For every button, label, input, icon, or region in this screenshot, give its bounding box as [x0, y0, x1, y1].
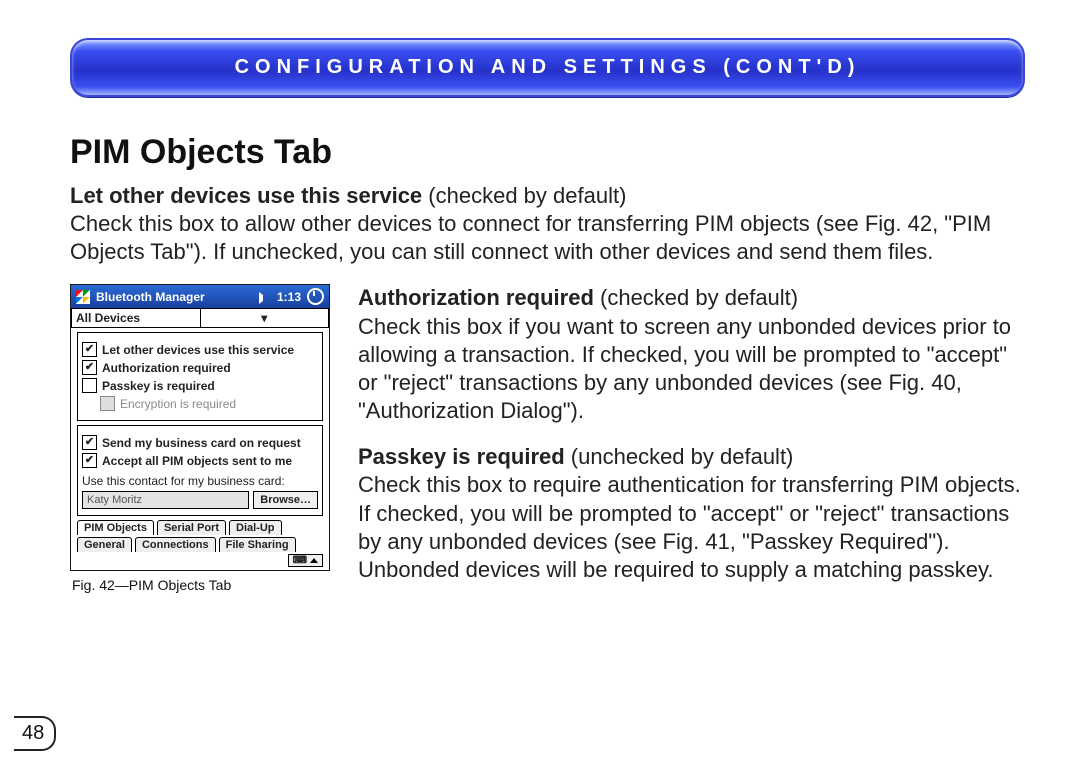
intro-bold: Let other devices use this service	[70, 183, 422, 208]
checkbox-row[interactable]: Send my business card on request	[82, 435, 318, 450]
tab-file-sharing[interactable]: File Sharing	[219, 537, 296, 552]
page-title: PIM Objects Tab	[70, 133, 1025, 172]
checkbox-label: Accept all PIM objects sent to me	[102, 454, 292, 468]
checkbox-label: Let other devices use this service	[102, 343, 294, 357]
triangle-up-icon	[310, 558, 318, 563]
tab-connections[interactable]: Connections	[135, 537, 216, 552]
intro-note: (checked by default)	[422, 183, 626, 208]
pda-screenshot: Bluetooth Manager 1:13 All Devices ▾ Let…	[70, 284, 330, 571]
pda-title-text: Bluetooth Manager	[96, 290, 253, 304]
checkbox-label: Authorization required	[102, 361, 231, 375]
contact-label: Use this contact for my business card:	[82, 474, 318, 488]
pda-titlebar: Bluetooth Manager 1:13	[71, 285, 329, 308]
options-panel-1: Let other devices use this service Autho…	[77, 332, 323, 421]
checkbox-icon	[82, 342, 97, 357]
device-filter-dropdown[interactable]: All Devices ▾	[71, 308, 329, 328]
checkbox-icon	[82, 453, 97, 468]
checkbox-icon	[82, 360, 97, 375]
chevron-down-icon: ▾	[200, 309, 329, 327]
intro-paragraph: Let other devices use this service (chec…	[70, 182, 1025, 266]
tabs-area: PIM Objects Serial Port Dial-Up General …	[77, 520, 323, 552]
tab-general[interactable]: General	[77, 537, 132, 552]
pda-time: 1:13	[277, 290, 301, 304]
page-number: 48	[14, 716, 56, 751]
checkbox-row[interactable]: Let other devices use this service	[82, 342, 318, 357]
clock-icon	[307, 288, 324, 305]
checkbox-row[interactable]: Accept all PIM objects sent to me	[82, 453, 318, 468]
section-banner: CONFIGURATION AND SETTINGS (CONT'D)	[70, 38, 1025, 97]
passkey-paragraph: Passkey is required (unchecked by defaul…	[358, 443, 1025, 584]
figure-caption: Fig. 42—PIM Objects Tab	[72, 577, 330, 593]
auth-note: (checked by default)	[594, 285, 798, 310]
auth-bold: Authorization required	[358, 285, 594, 310]
tab-serial-port[interactable]: Serial Port	[157, 520, 226, 535]
pass-bold: Passkey is required	[358, 444, 565, 469]
checkbox-label: Passkey is required	[102, 379, 215, 393]
checkbox-row[interactable]: Passkey is required	[82, 378, 318, 393]
checkbox-row[interactable]: Authorization required	[82, 360, 318, 375]
checkbox-label: Encryption is required	[120, 397, 236, 411]
auth-paragraph: Authorization required (checked by defau…	[358, 284, 1025, 425]
dropdown-value: All Devices	[72, 309, 200, 327]
windows-flag-icon	[76, 290, 90, 304]
checkbox-row-disabled: Encryption is required	[100, 396, 318, 411]
keyboard-icon: ⌨	[293, 555, 307, 566]
checkbox-icon	[100, 396, 115, 411]
auth-body: Check this box if you want to screen any…	[358, 314, 1011, 423]
pass-body: Check this box to require authentication…	[358, 472, 1021, 581]
checkbox-icon	[82, 378, 97, 393]
checkbox-icon	[82, 435, 97, 450]
sip-keyboard-button[interactable]: ⌨	[288, 554, 323, 567]
checkbox-label: Send my business card on request	[102, 436, 301, 450]
intro-body: Check this box to allow other devices to…	[70, 211, 991, 264]
options-panel-2: Send my business card on request Accept …	[77, 425, 323, 516]
browse-button[interactable]: Browse…	[253, 491, 318, 509]
tab-dial-up[interactable]: Dial-Up	[229, 520, 282, 535]
pass-note: (unchecked by default)	[565, 444, 794, 469]
contact-field[interactable]: Katy Moritz	[82, 491, 249, 509]
tab-pim-objects[interactable]: PIM Objects	[77, 520, 154, 535]
speaker-icon	[259, 292, 271, 304]
